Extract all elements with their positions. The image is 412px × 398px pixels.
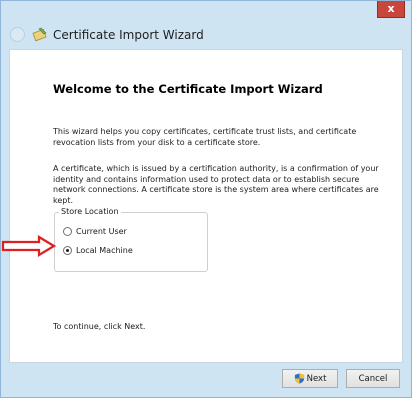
cancel-button[interactable]: Cancel	[346, 369, 400, 388]
wizard-footer: Next Cancel	[1, 361, 411, 397]
red-arrow-icon	[1, 235, 56, 257]
current-user-label[interactable]: Current User	[76, 227, 127, 236]
wizard-window: x Certificate Import Wizard Welcome to t…	[0, 0, 412, 398]
certificate-wizard-icon	[32, 27, 47, 42]
store-location-label: Store Location	[59, 207, 121, 216]
uac-shield-icon	[294, 373, 304, 384]
cancel-button-label: Cancel	[358, 373, 388, 384]
local-machine-radio[interactable]	[63, 245, 72, 255]
window-title: Certificate Import Wizard	[53, 28, 204, 42]
wizard-content: Welcome to the Certificate Import Wizard…	[9, 49, 403, 363]
description-paragraph: A certificate, which is issued by a cert…	[53, 164, 379, 205]
next-button[interactable]: Next	[282, 369, 338, 388]
intro-paragraph: This wizard helps you copy certificates,…	[53, 127, 357, 147]
back-button[interactable]	[10, 27, 25, 42]
close-button[interactable]: x	[377, 1, 405, 18]
local-machine-label[interactable]: Local Machine	[76, 246, 133, 255]
current-user-option[interactable]: Current User	[63, 225, 127, 237]
local-machine-option[interactable]: Local Machine	[63, 244, 133, 256]
wizard-header: Certificate Import Wizard	[1, 21, 411, 49]
current-user-radio[interactable]	[63, 226, 72, 236]
next-button-label: Next	[306, 373, 327, 384]
page-title: Welcome to the Certificate Import Wizard	[53, 82, 323, 96]
continue-instruction: To continue, click Next.	[53, 322, 146, 331]
store-location-group: Store Location Current User Local Machin…	[54, 207, 208, 272]
